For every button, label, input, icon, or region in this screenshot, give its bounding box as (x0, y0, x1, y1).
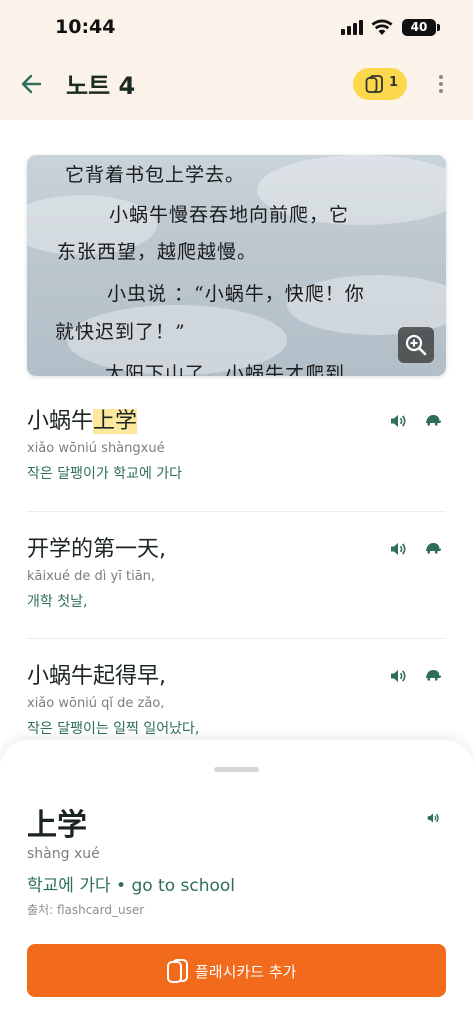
wifi-icon (371, 19, 393, 35)
divider (27, 511, 446, 512)
flashcard-icon (167, 959, 188, 983)
sentence-chinese: 小蜗牛上学 (27, 403, 446, 435)
sentence-item[interactable]: 小蜗牛上学 xiǎo wōniú shàngxué 작은 달팽이가 학교에 가다 (27, 403, 446, 483)
zoom-button[interactable] (398, 327, 434, 363)
page-title: 노트 4 (66, 72, 136, 100)
sentence-translation: 작은 달팽이가 학교에 가다 (27, 466, 183, 482)
sentence-translation: 개학 첫날, (27, 594, 88, 610)
app-header: 노트 4 1 (0, 56, 473, 112)
cellular-signal-icon (341, 19, 365, 35)
word-source: 출처: flashcard_user (27, 903, 145, 917)
turtle-icon[interactable] (424, 413, 442, 427)
battery-level: 40 (410, 20, 428, 34)
sheet-drag-handle[interactable] (214, 767, 259, 772)
photo-text-line: 小蜗牛慢吞吞地向前爬，它 (109, 204, 350, 226)
battery-icon: 40 (402, 19, 436, 36)
photo-text-line: 太阳下山了，小蜗牛才爬到 (105, 363, 346, 376)
sentence-chinese: 开学的第一天, (27, 537, 166, 562)
sentence-chinese: 小蜗牛起得早, (27, 664, 166, 689)
flashcard-count: 1 (389, 75, 399, 90)
flashcard-icon (365, 75, 383, 93)
speaker-icon[interactable] (389, 668, 407, 684)
speaker-icon[interactable] (389, 413, 407, 429)
add-flashcard-label: 플래시카드 추가 (195, 963, 297, 981)
word-detail-sheet: 上学 shàng xué 학교에 가다 • go to school 출처: f… (0, 740, 473, 1024)
speaker-icon[interactable] (389, 541, 407, 557)
divider (27, 638, 446, 639)
flashcard-count-badge[interactable]: 1 (353, 68, 407, 100)
arrow-left-icon[interactable] (18, 70, 46, 98)
photo-text-line: 它背着书包上学去。 (65, 164, 246, 186)
status-bar: 10:44 40 (0, 0, 473, 56)
photo-text-line: 东张西望，越爬越慢。 (57, 241, 258, 263)
more-vertical-icon[interactable] (430, 70, 452, 98)
sentence-pinyin: xiǎo wōniú shàngxué (27, 441, 165, 456)
highlighted-word[interactable]: 上学 (93, 409, 138, 434)
word-pinyin: shàng xué (27, 846, 100, 862)
add-flashcard-button[interactable]: 플래시카드 추가 (27, 944, 446, 997)
turtle-icon[interactable] (424, 668, 442, 682)
word-title: 上学 (27, 808, 87, 843)
photo-text-line: 就快迟到了！” (55, 321, 186, 343)
turtle-icon[interactable] (424, 541, 442, 555)
sentence-pinyin: xiǎo wōniú qǐ de zǎo, (27, 696, 165, 711)
status-time: 10:44 (55, 16, 116, 38)
sentence-translation: 작은 달팽이는 일찍 일어났다, (27, 721, 200, 737)
photo-text-line: 小虫说 ：“小蜗牛，快爬！你 (107, 283, 365, 305)
speaker-icon[interactable] (426, 812, 440, 824)
battery-cap (437, 24, 440, 31)
sentence-text: 小蜗牛 (27, 409, 94, 434)
sentence-item[interactable]: 小蜗牛起得早, xiǎo wōniú qǐ de zǎo, 작은 달팽이는 일찍… (27, 658, 446, 738)
zoom-in-icon (405, 334, 427, 356)
word-meaning: 학교에 가다 • go to school (27, 876, 236, 896)
sentence-item[interactable]: 开学的第一天, kāixué de dì yī tiān, 개학 첫날, (27, 531, 446, 611)
sentence-pinyin: kāixué de dì yī tiān, (27, 569, 156, 584)
textbook-photo: 它背着书包上学去。 小蜗牛慢吞吞地向前爬，它 东张西望，越爬越慢。 小虫说 ：“… (27, 155, 446, 376)
